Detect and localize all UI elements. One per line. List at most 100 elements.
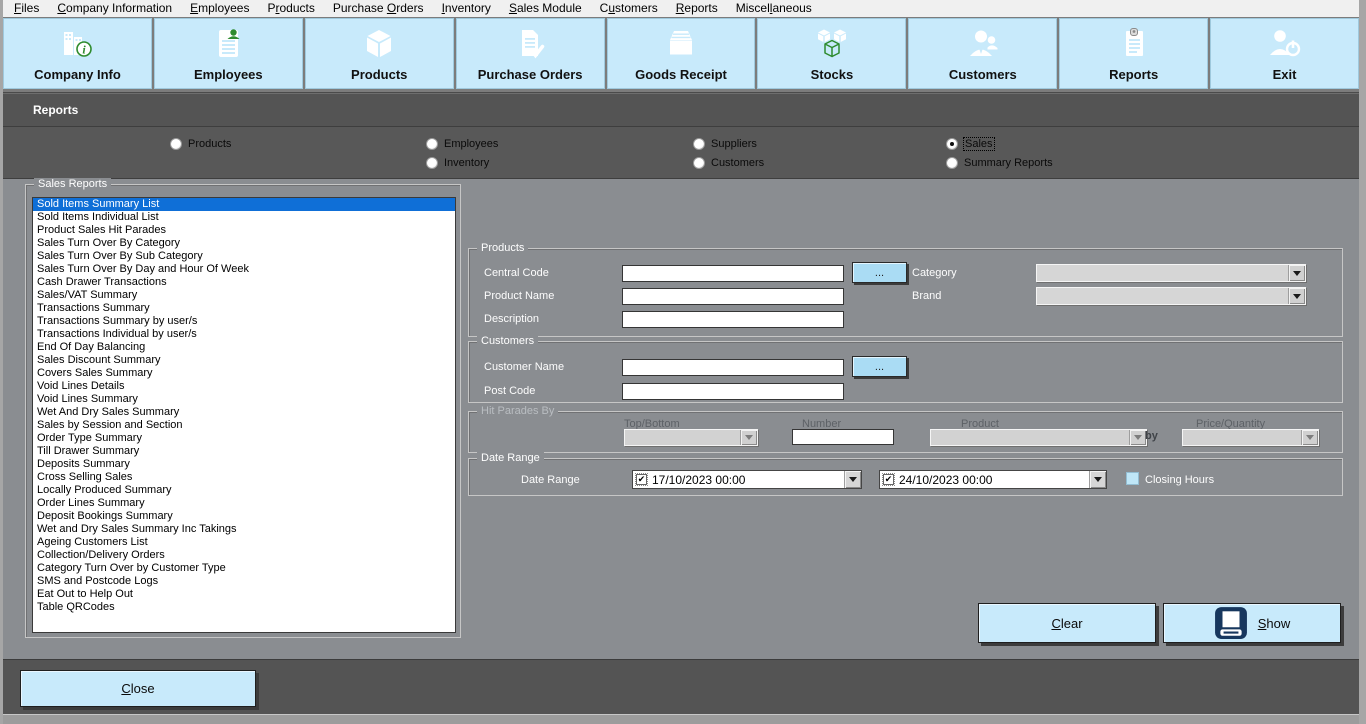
radio-icon[interactable]	[693, 157, 705, 169]
central-code-browse-button[interactable]: ...	[852, 262, 907, 283]
report-type-radio-employees[interactable]: Employees	[426, 137, 498, 151]
date-to-picker[interactable]: ✔ 24/10/2023 00:00	[879, 470, 1107, 489]
radio-icon[interactable]	[170, 138, 182, 150]
report-list-item-eat-out-to-help-out[interactable]: Eat Out to Help Out	[33, 588, 455, 601]
report-list-item-sales-discount-summary[interactable]: Sales Discount Summary	[33, 354, 455, 367]
date-to-dropdown-arrow-icon[interactable]	[1089, 471, 1106, 488]
report-list-item-covers-sales-summary[interactable]: Covers Sales Summary	[33, 367, 455, 380]
report-list-item-till-drawer-summary[interactable]: Till Drawer Summary	[33, 445, 455, 458]
price-quantity-dropdown-arrow-icon[interactable]	[1301, 430, 1318, 445]
report-type-radio-sales[interactable]: Sales	[946, 137, 994, 151]
post-code-label: Post Code	[484, 385, 535, 397]
date-to-checkbox[interactable]: ✔	[883, 474, 894, 485]
brand-dropdown-arrow-icon[interactable]	[1288, 288, 1305, 304]
product-name-input[interactable]	[622, 288, 844, 305]
menu-item-customers[interactable]: Customers	[591, 0, 667, 17]
toolbar-button-stocks[interactable]: Stocks	[757, 18, 906, 89]
report-list-item-deposits-summary[interactable]: Deposits Summary	[33, 458, 455, 471]
menu-item-reports[interactable]: Reports	[667, 0, 727, 17]
menu-item-miscellaneous[interactable]: Miscellaneous	[727, 0, 821, 17]
product-dropdown[interactable]	[930, 429, 1147, 446]
report-type-radio-products[interactable]: Products	[170, 137, 231, 151]
number-input[interactable]	[792, 429, 894, 445]
report-list-item-end-of-day-balancing[interactable]: End Of Day Balancing	[33, 341, 455, 354]
radio-icon[interactable]	[946, 138, 958, 150]
report-list-item-cross-selling-sales[interactable]: Cross Selling Sales	[33, 471, 455, 484]
report-type-radio-customers[interactable]: Customers	[693, 156, 764, 170]
report-type-radio-summary-reports[interactable]: Summary Reports	[946, 156, 1053, 170]
report-list-item-sms-and-postcode-logs[interactable]: SMS and Postcode Logs	[33, 575, 455, 588]
report-type-radio-suppliers[interactable]: Suppliers	[693, 137, 757, 151]
report-list-item-sales-turn-over-by-day-and-hour-of-week[interactable]: Sales Turn Over By Day and Hour Of Week	[33, 263, 455, 276]
customer-browse-button[interactable]: ...	[852, 356, 907, 377]
central-code-input[interactable]	[622, 265, 844, 282]
report-list-item-order-lines-summary[interactable]: Order Lines Summary	[33, 497, 455, 510]
show-button[interactable]: Show	[1163, 603, 1341, 643]
report-list-item-table-qrcodes[interactable]: Table QRCodes	[33, 601, 455, 614]
radio-icon[interactable]	[693, 138, 705, 150]
category-label: Category	[912, 267, 957, 279]
report-list-item-cash-drawer-transactions[interactable]: Cash Drawer Transactions	[33, 276, 455, 289]
report-list-item-transactions-summary-by-user-s[interactable]: Transactions Summary by user/s	[33, 315, 455, 328]
menu-item-company-information[interactable]: Company Information	[48, 0, 181, 17]
menu-item-employees[interactable]: Employees	[181, 0, 258, 17]
toolbar-button-products[interactable]: Products	[305, 18, 454, 89]
post-code-input[interactable]	[622, 383, 844, 400]
description-input[interactable]	[622, 311, 844, 328]
report-list-item-transactions-individual-by-user-s[interactable]: Transactions Individual by user/s	[33, 328, 455, 341]
report-list-item-ageing-customers-list[interactable]: Ageing Customers List	[33, 536, 455, 549]
toolbar-button-exit[interactable]: Exit	[1210, 18, 1359, 89]
toolbar-button-goods-receipt[interactable]: Goods Receipt	[607, 18, 756, 89]
report-list-item-wet-and-dry-sales-summary-inc-takings[interactable]: Wet and Dry Sales Summary Inc Takings	[33, 523, 455, 536]
date-from-picker[interactable]: ✔ 17/10/2023 00:00	[632, 470, 862, 489]
category-dropdown[interactable]	[1036, 264, 1306, 282]
sales-reports-group: Sales Reports Sold Items Summary ListSol…	[25, 184, 461, 638]
sales-reports-listbox[interactable]: Sold Items Summary ListSold Items Indivi…	[32, 197, 456, 633]
toolbar-button-customers[interactable]: Customers	[908, 18, 1057, 89]
toolbar-button-purchase-orders[interactable]: Purchase Orders	[456, 18, 605, 89]
toolbar-button-company-info[interactable]: iCompany Info	[3, 18, 152, 89]
menu-item-sales-module[interactable]: Sales Module	[500, 0, 591, 17]
report-list-item-sold-items-individual-list[interactable]: Sold Items Individual List	[33, 211, 455, 224]
customer-name-input[interactable]	[622, 359, 844, 376]
closing-hours-checkbox[interactable]	[1126, 472, 1139, 485]
menu-item-inventory[interactable]: Inventory	[433, 0, 500, 17]
report-list-item-sales-turn-over-by-sub-category[interactable]: Sales Turn Over By Sub Category	[33, 250, 455, 263]
close-button[interactable]: Close	[20, 670, 256, 707]
report-list-item-deposit-bookings-summary[interactable]: Deposit Bookings Summary	[33, 510, 455, 523]
clear-button[interactable]: Clear	[978, 603, 1156, 643]
report-list-item-sales-vat-summary[interactable]: Sales/VAT Summary	[33, 289, 455, 302]
report-list-item-sales-by-session-and-section[interactable]: Sales by Session and Section	[33, 419, 455, 432]
radio-icon[interactable]	[426, 157, 438, 169]
menu-item-files[interactable]: Files	[5, 0, 48, 17]
report-list-item-category-turn-over-by-customer-type[interactable]: Category Turn Over by Customer Type	[33, 562, 455, 575]
report-list-item-collection-delivery-orders[interactable]: Collection/Delivery Orders	[33, 549, 455, 562]
report-list-item-product-sales-hit-parades[interactable]: Product Sales Hit Parades	[33, 224, 455, 237]
menu-item-products[interactable]: Products	[258, 0, 323, 17]
report-list-item-void-lines-summary[interactable]: Void Lines Summary	[33, 393, 455, 406]
product-dropdown-arrow-icon[interactable]	[1129, 430, 1146, 445]
toolbar-button-employees[interactable]: Employees	[154, 18, 303, 89]
report-list-item-sold-items-summary-list[interactable]: Sold Items Summary List	[33, 198, 455, 211]
report-list-item-order-type-summary[interactable]: Order Type Summary	[33, 432, 455, 445]
radio-icon[interactable]	[426, 138, 438, 150]
report-list-item-locally-produced-summary[interactable]: Locally Produced Summary	[33, 484, 455, 497]
menu-bar: FilesCompany InformationEmployeesProduct…	[3, 0, 1359, 17]
report-list-item-transactions-summary[interactable]: Transactions Summary	[33, 302, 455, 315]
date-from-checkbox[interactable]: ✔	[636, 474, 647, 485]
menu-item-purchase-orders[interactable]: Purchase Orders	[324, 0, 433, 17]
date-from-dropdown-arrow-icon[interactable]	[844, 471, 861, 488]
report-list-item-void-lines-details[interactable]: Void Lines Details	[33, 380, 455, 393]
brand-dropdown[interactable]	[1036, 287, 1306, 305]
top-bottom-dropdown-arrow-icon[interactable]	[740, 430, 757, 445]
report-list-item-wet-and-dry-sales-summary[interactable]: Wet And Dry Sales Summary	[33, 406, 455, 419]
radio-icon[interactable]	[946, 157, 958, 169]
show-printer-icon	[1214, 606, 1248, 640]
report-form: Sales Reports Sold Items Summary ListSol…	[3, 179, 1359, 659]
top-bottom-dropdown[interactable]	[624, 429, 758, 446]
toolbar-button-reports[interactable]: Reports	[1059, 18, 1208, 89]
price-quantity-dropdown[interactable]	[1182, 429, 1319, 446]
report-list-item-sales-turn-over-by-category[interactable]: Sales Turn Over By Category	[33, 237, 455, 250]
category-dropdown-arrow-icon[interactable]	[1288, 265, 1305, 281]
report-type-radio-inventory[interactable]: Inventory	[426, 156, 489, 170]
